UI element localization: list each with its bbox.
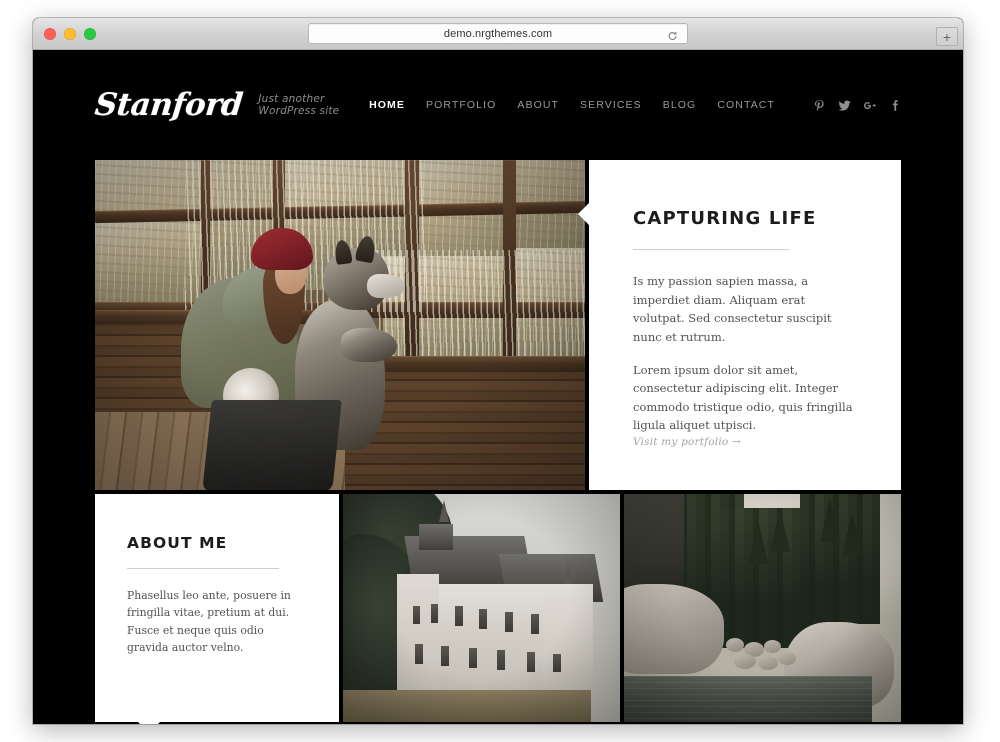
nav-item-contact[interactable]: CONTACT — [717, 99, 775, 111]
panel-title-about-me: ABOUT ME — [127, 534, 228, 552]
hero-photo[interactable] — [95, 160, 585, 490]
address-bar[interactable]: demo.nrgthemes.com — [308, 23, 688, 44]
content-grid: CAPTURING LIFE Is my passion sapien mass… — [95, 160, 901, 724]
brand[interactable]: Stanford Just another WordPress site — [93, 87, 369, 123]
window-controls — [44, 28, 96, 40]
panel-paragraph-2: Lorem ipsum dolor sit amet, consectetur … — [633, 362, 853, 433]
url-text: demo.nrgthemes.com — [443, 27, 553, 40]
nav-item-services[interactable]: SERVICES — [580, 99, 642, 111]
pinterest-icon[interactable] — [813, 99, 826, 112]
about-me-panel: ABOUT ME Phasellus leo ante, posuere in … — [95, 494, 339, 724]
new-tab-button[interactable]: + — [936, 27, 958, 46]
castle-photo[interactable] — [343, 494, 620, 722]
panel-paragraph-1: Is my passion sapien massa, a imperdiet … — [633, 274, 832, 344]
river-photo[interactable] — [624, 494, 901, 722]
panel-arrow-down-icon — [138, 722, 160, 724]
gallery-row: ABOUT ME Phasellus leo ante, posuere in … — [95, 494, 901, 724]
zoom-window-button[interactable] — [84, 28, 96, 40]
river-scene — [624, 494, 901, 722]
photo-vignette — [95, 160, 585, 490]
reload-icon[interactable] — [667, 28, 678, 40]
nav-item-about[interactable]: ABOUT — [517, 99, 559, 111]
header-navigation: HOME PORTFOLIO ABOUT SERVICES BLOG CONTA… — [369, 99, 901, 112]
about-paragraph: Phasellus leo ante, posuere in fringilla… — [127, 589, 291, 655]
panel-divider — [633, 249, 789, 250]
site-logo[interactable]: Stanford — [93, 87, 244, 123]
castle-scene — [343, 494, 620, 722]
page-viewport: Stanford Just another WordPress site HOM… — [33, 50, 963, 724]
social-links — [813, 99, 901, 112]
main-nav: HOME PORTFOLIO ABOUT SERVICES BLOG CONTA… — [369, 99, 775, 111]
google-plus-icon[interactable] — [863, 99, 876, 112]
facebook-icon[interactable] — [888, 99, 901, 112]
nav-item-blog[interactable]: BLOG — [663, 99, 697, 111]
panel-divider — [127, 568, 279, 569]
minimize-window-button[interactable] — [64, 28, 76, 40]
hero-scene — [95, 160, 585, 490]
panel-arrow-left-icon — [578, 203, 589, 225]
twitter-icon[interactable] — [838, 99, 851, 112]
panel-title-capturing-life: CAPTURING LIFE — [633, 208, 817, 229]
site-tagline: Just another WordPress site — [258, 92, 340, 117]
visit-portfolio-link[interactable]: Visit my portfolio → — [633, 436, 741, 448]
photo-vignette — [624, 494, 901, 722]
close-window-button[interactable] — [44, 28, 56, 40]
site-header: Stanford Just another WordPress site HOM… — [33, 50, 963, 160]
hero-row: CAPTURING LIFE Is my passion sapien mass… — [95, 160, 901, 490]
browser-window: demo.nrgthemes.com + Stanford Just anoth… — [33, 18, 963, 724]
nav-item-portfolio[interactable]: PORTFOLIO — [426, 99, 496, 111]
capturing-life-panel: CAPTURING LIFE Is my passion sapien mass… — [578, 160, 901, 490]
nav-item-home[interactable]: HOME — [369, 99, 405, 111]
photo-vignette — [343, 494, 620, 722]
browser-titlebar: demo.nrgthemes.com + — [33, 18, 963, 50]
